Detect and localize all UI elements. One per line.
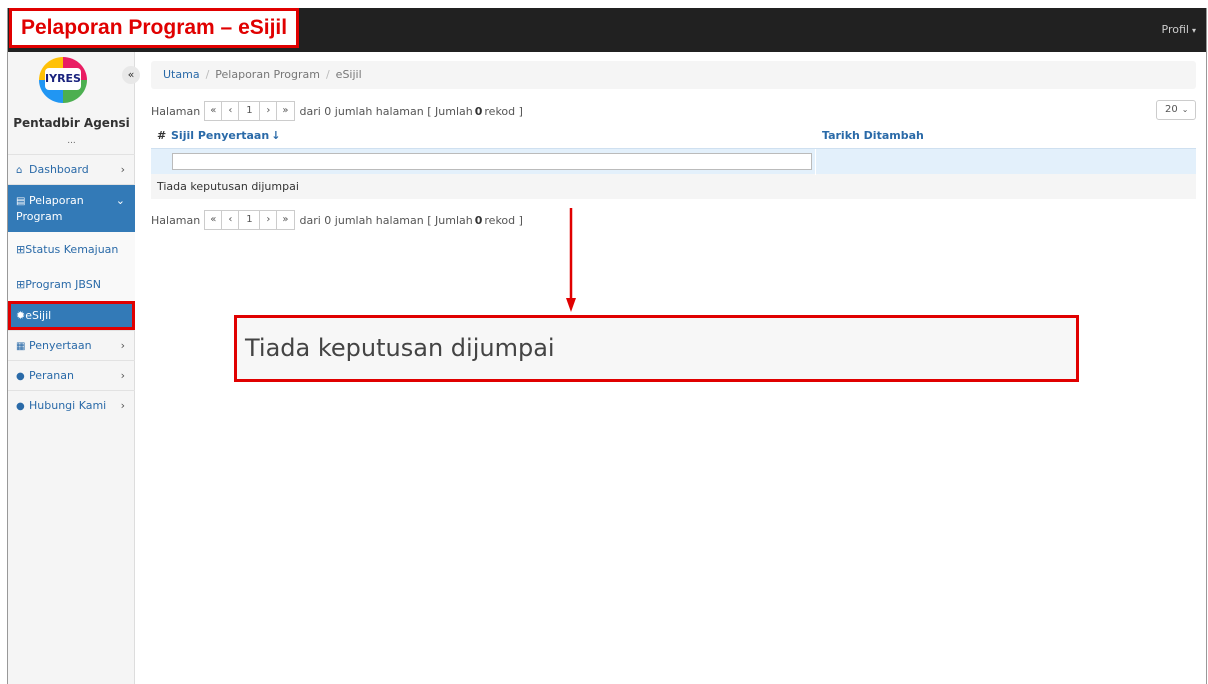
column-hash: # [157,129,167,142]
sidebar-item-pelaporan-program[interactable]: ▤ Pelaporan Program ⌄ [8,184,135,232]
first-page-button[interactable]: « [204,101,223,121]
sort-icon: ↓ [271,129,281,142]
chevron-right-icon: › [120,339,125,352]
prev-page-button[interactable]: ‹ [221,210,240,230]
column-sijil-penyertaan[interactable]: Sijil Penyertaan ↓ [171,129,280,142]
column-label: Sijil Penyertaan [171,129,270,142]
iyres-logo: IYRES [39,57,87,103]
breadcrumb: Utama / Pelaporan Program / eSijil [151,61,1196,89]
table-icon: ⊞ [16,243,26,256]
sidebar-subitem-esijil[interactable]: ✹eSijil [8,301,135,330]
next-page-button[interactable]: › [259,210,278,230]
sidebar-item-label: Program JBSN [25,278,101,291]
table-filter-row [151,148,1196,175]
logo-text: IYRES [45,68,81,90]
pagination-top: Halaman « ‹ 1 › » dari 0 jumlah halaman … [151,100,1196,122]
main-content: Utama / Pelaporan Program / eSijil Halaman «… [151,61,1196,231]
callout-text: Tiada keputusan dijumpai [245,334,555,362]
last-page-button[interactable]: » [276,101,295,121]
sidebar-item-label: Dashboard [29,163,89,176]
breadcrumb-home[interactable]: Utama [163,68,200,81]
sidebar-item-label: Peranan [29,369,74,382]
collapse-sidebar-icon[interactable]: « [122,66,140,84]
breadcrumb-current: eSijil [335,68,362,81]
sidebar-item-label: Status Kemajuan [25,243,119,256]
column-tarikh-ditambah[interactable]: Tarikh Ditambah [822,129,924,142]
caret-down-icon: ▾ [1191,26,1196,35]
arrow-head-icon [566,298,576,312]
pager-label: Halaman [151,104,201,118]
per-page-value: 20 [1165,104,1178,115]
chevron-right-icon: › [120,163,125,176]
user-name: Pentadbir Agensi [13,116,130,130]
profile-label: Profil [1161,23,1189,36]
annotation-arrow [566,208,576,312]
breadcrumb-level1: Pelaporan Program [215,68,320,81]
sidebar-item-label: Penyertaan [29,339,92,352]
sidebar-nav: ⌂ Dashboard › ▤ Pelaporan Program ⌄ ⊞Statu… [8,154,135,420]
page-number-input[interactable]: 1 [238,210,261,230]
annotation-callout: Tiada keputusan dijumpai [234,315,1079,382]
pagination-bottom: Halaman « ‹ 1 › » dari 0 jumlah halaman … [151,209,1196,231]
chevron-down-icon: ⌄ [115,194,125,207]
sidebar-item-label: eSijil [25,309,52,322]
clipboard-icon: ▦ [16,341,26,352]
breadcrumb-separator: / [205,68,210,81]
chat-icon: ● [16,401,25,412]
sidebar-subitem-program-jbsn[interactable]: ⊞Program JBSN [8,268,135,301]
pager-summary-post: rekod ] [484,213,523,227]
home-icon: ⌂ [16,165,23,176]
sidebar-subitem-status-kemajuan[interactable]: ⊞Status Kemajuan [8,232,135,268]
filter-input[interactable] [172,153,812,170]
prev-page-button[interactable]: ‹ [221,101,240,121]
user-icon: ● [16,371,25,382]
first-page-button[interactable]: « [204,210,223,230]
sidebar-item-penyertaan[interactable]: ▦ Penyertaan › [8,330,135,360]
pager-total: 0 [474,213,483,227]
chevron-right-icon: › [120,399,125,412]
page-number-input[interactable]: 1 [238,101,261,121]
sidebar-item-dashboard[interactable]: ⌂ Dashboard › [8,154,135,184]
sidebar-item-hubungi-kami[interactable]: ● Hubungi Kami › [8,390,135,420]
pager-label: Halaman [151,213,201,227]
table-empty-row: Tiada keputusan dijumpai [151,174,1196,199]
chevron-right-icon: › [120,369,125,382]
per-page-select[interactable]: 20 ⌄ [1156,100,1196,120]
pager-total: 0 [474,104,483,118]
book-icon: ▤ [16,196,26,207]
profile-menu[interactable]: Profil ▾ [1162,23,1196,36]
column-divider [815,149,816,175]
table-icon: ⊞ [16,278,26,291]
chevron-down-icon: ⌄ [1181,105,1189,114]
sidebar-item-peranan[interactable]: ● Peranan › [8,360,135,390]
pager-buttons: « ‹ 1 › » [204,210,295,230]
table-header: # Sijil Penyertaan ↓ Tarikh Ditambah [151,126,1196,148]
user-ellipsis[interactable]: ... [8,136,135,146]
sidebar: IYRES « Pentadbir Agensi ... ⌂ Dashboard … [8,52,140,684]
certificate-icon: ✹ [16,309,26,322]
page-title-annotation: Pelaporan Program – eSijil [9,8,300,48]
next-page-button[interactable]: › [259,101,278,121]
breadcrumb-separator: / [325,68,330,81]
last-page-button[interactable]: » [276,210,295,230]
pager-summary-post: rekod ] [484,104,523,118]
pager-summary-pre: dari 0 jumlah halaman [ Jumlah [299,104,473,118]
pager-summary-pre: dari 0 jumlah halaman [ Jumlah [299,213,473,227]
pager-buttons: « ‹ 1 › » [204,101,295,121]
sidebar-item-label: Hubungi Kami [29,399,107,412]
